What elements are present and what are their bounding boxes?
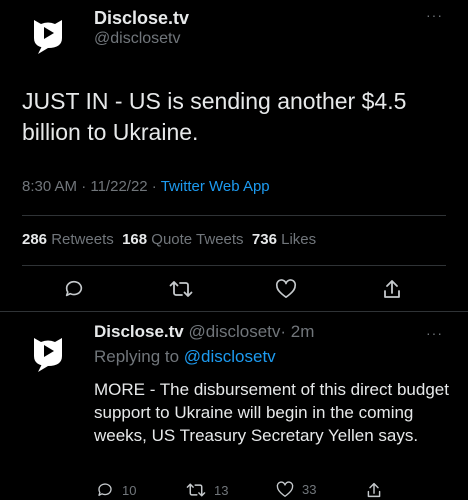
tweet-time[interactable]: 8:30 AM · 11/22/22 ·: [22, 178, 161, 195]
avatar[interactable]: [24, 8, 72, 56]
divider: [22, 265, 446, 266]
tweet-timestamp: 8:30 AM · 11/22/22 · Twitter Web App: [22, 178, 270, 195]
quotes-stat[interactable]: 168 Quote Tweets: [122, 231, 243, 248]
retweet-button[interactable]: 13: [186, 481, 228, 499]
share-button[interactable]: [378, 276, 406, 302]
retweet-button[interactable]: [166, 276, 196, 302]
display-name[interactable]: Disclose.tv: [94, 322, 184, 341]
share-icon: [367, 482, 381, 498]
disclose-logo-icon: [34, 20, 62, 54]
divider: [0, 311, 468, 312]
avatar[interactable]: [24, 326, 72, 374]
display-name[interactable]: Disclose.tv: [94, 8, 189, 29]
like-count: 33: [302, 482, 317, 497]
share-button[interactable]: [366, 481, 382, 499]
reply-header: Disclose.tv @disclosetv· 2m: [94, 322, 314, 342]
retweet-icon: [169, 281, 193, 297]
retweets-stat[interactable]: 286 Retweets: [22, 231, 114, 248]
like-button[interactable]: 33: [276, 481, 316, 498]
tweet-text: JUST IN - US is sending another $4.5 bil…: [22, 88, 407, 145]
tweet-source[interactable]: Twitter Web App: [161, 178, 270, 195]
heart-icon: [276, 481, 294, 497]
reply-text: MORE - The disbursement of this direct b…: [94, 380, 449, 445]
replying-to: Replying to @disclosetv: [94, 347, 276, 366]
reply-count: 10: [122, 482, 137, 498]
more-icon[interactable]: ···: [426, 8, 443, 22]
replying-to-handle[interactable]: @disclosetv: [184, 347, 276, 366]
handle[interactable]: @disclosetv: [189, 322, 281, 341]
reply-button[interactable]: [60, 276, 88, 302]
tweet-time[interactable]: · 2m: [280, 322, 314, 341]
disclose-logo-icon: [34, 338, 62, 372]
like-button[interactable]: [272, 276, 300, 302]
divider: [22, 215, 446, 216]
reply-button[interactable]: 10: [96, 481, 136, 499]
reply-icon: [98, 483, 112, 496]
likes-stat[interactable]: 736 Likes: [252, 231, 316, 248]
share-icon: [384, 280, 400, 298]
retweet-count: 13: [214, 482, 229, 498]
retweet-icon: [186, 483, 206, 497]
more-icon[interactable]: ···: [426, 326, 443, 340]
reply-icon: [65, 280, 83, 297]
handle[interactable]: @disclosetv: [94, 30, 181, 48]
tweet-stats: 286 Retweets 168 Quote Tweets 736 Likes: [22, 231, 316, 248]
heart-icon: [275, 279, 297, 298]
